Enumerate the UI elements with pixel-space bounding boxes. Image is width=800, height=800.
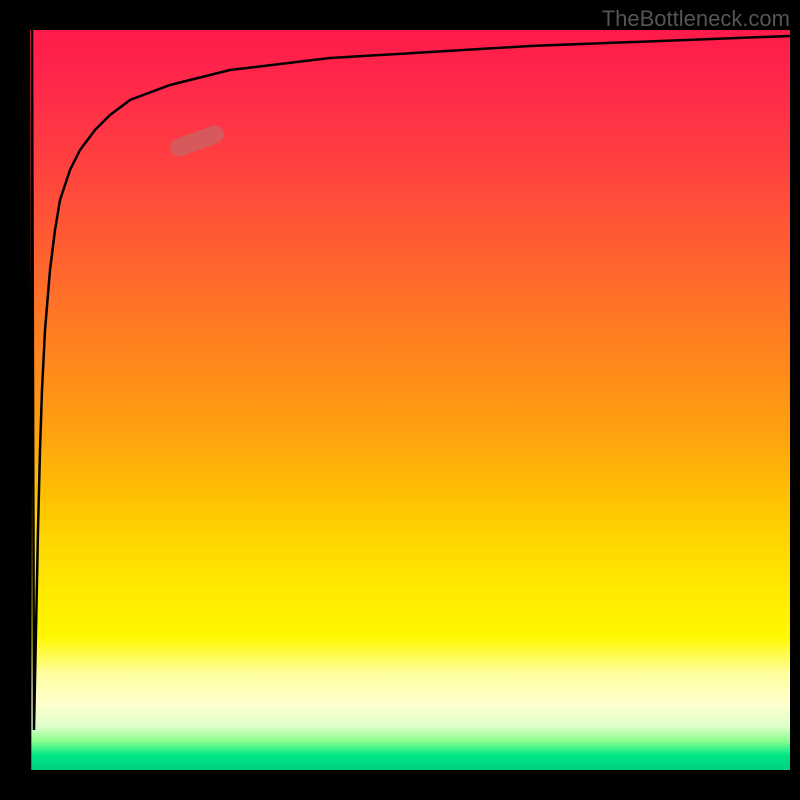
curve-path xyxy=(30,30,790,770)
watermark-text: TheBottleneck.com xyxy=(602,6,790,32)
chart-curve-svg xyxy=(30,30,790,770)
